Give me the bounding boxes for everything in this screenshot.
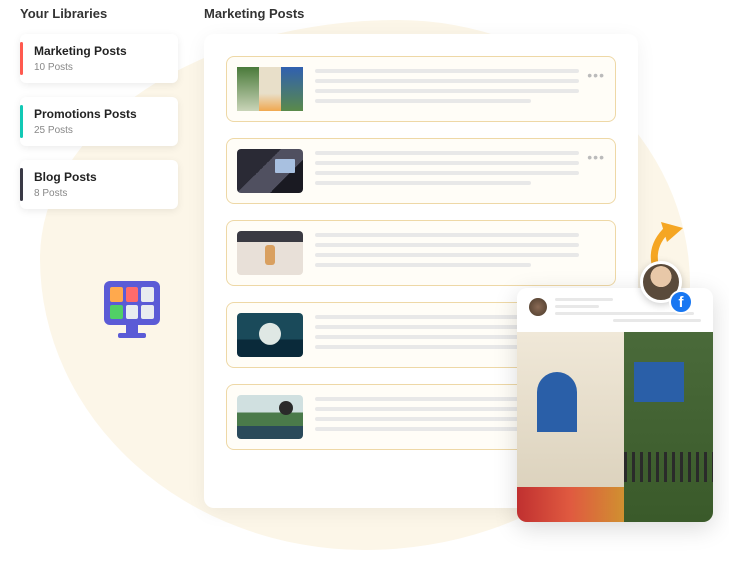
- library-count: 10 Posts: [34, 62, 166, 73]
- popup-author-avatar: [529, 298, 547, 316]
- post-card[interactable]: •••: [226, 220, 616, 286]
- sidebar-title: Your Libraries: [20, 6, 107, 21]
- arrow-icon: [647, 220, 689, 268]
- library-name: Blog Posts: [34, 170, 166, 184]
- more-options-icon[interactable]: •••: [587, 149, 605, 165]
- monitor-illustration: [104, 281, 160, 338]
- facebook-badge-icon: f: [669, 290, 693, 314]
- more-options-icon[interactable]: •••: [587, 67, 605, 83]
- library-name: Promotions Posts: [34, 107, 166, 121]
- post-card[interactable]: •••: [226, 138, 616, 204]
- library-sidebar: Marketing Posts 10 Posts Promotions Post…: [20, 34, 178, 209]
- post-thumbnail: [237, 395, 303, 439]
- post-thumbnail: [237, 149, 303, 193]
- post-preview-text: [315, 67, 579, 111]
- library-count: 8 Posts: [34, 188, 166, 199]
- post-preview-text: [315, 231, 579, 275]
- popup-post-image: [517, 332, 713, 522]
- post-thumbnail: [237, 313, 303, 357]
- post-thumbnail: [237, 231, 303, 275]
- library-card-blog[interactable]: Blog Posts 8 Posts: [20, 160, 178, 209]
- library-name: Marketing Posts: [34, 44, 166, 58]
- post-thumbnail: [237, 67, 303, 111]
- library-card-marketing[interactable]: Marketing Posts 10 Posts: [20, 34, 178, 83]
- post-card[interactable]: •••: [226, 56, 616, 122]
- library-count: 25 Posts: [34, 125, 166, 136]
- page-title: Marketing Posts: [204, 6, 304, 21]
- post-preview-text: [315, 149, 579, 193]
- library-card-promotions[interactable]: Promotions Posts 25 Posts: [20, 97, 178, 146]
- monitor-screen-icon: [104, 281, 160, 325]
- social-post-popup[interactable]: [517, 288, 713, 522]
